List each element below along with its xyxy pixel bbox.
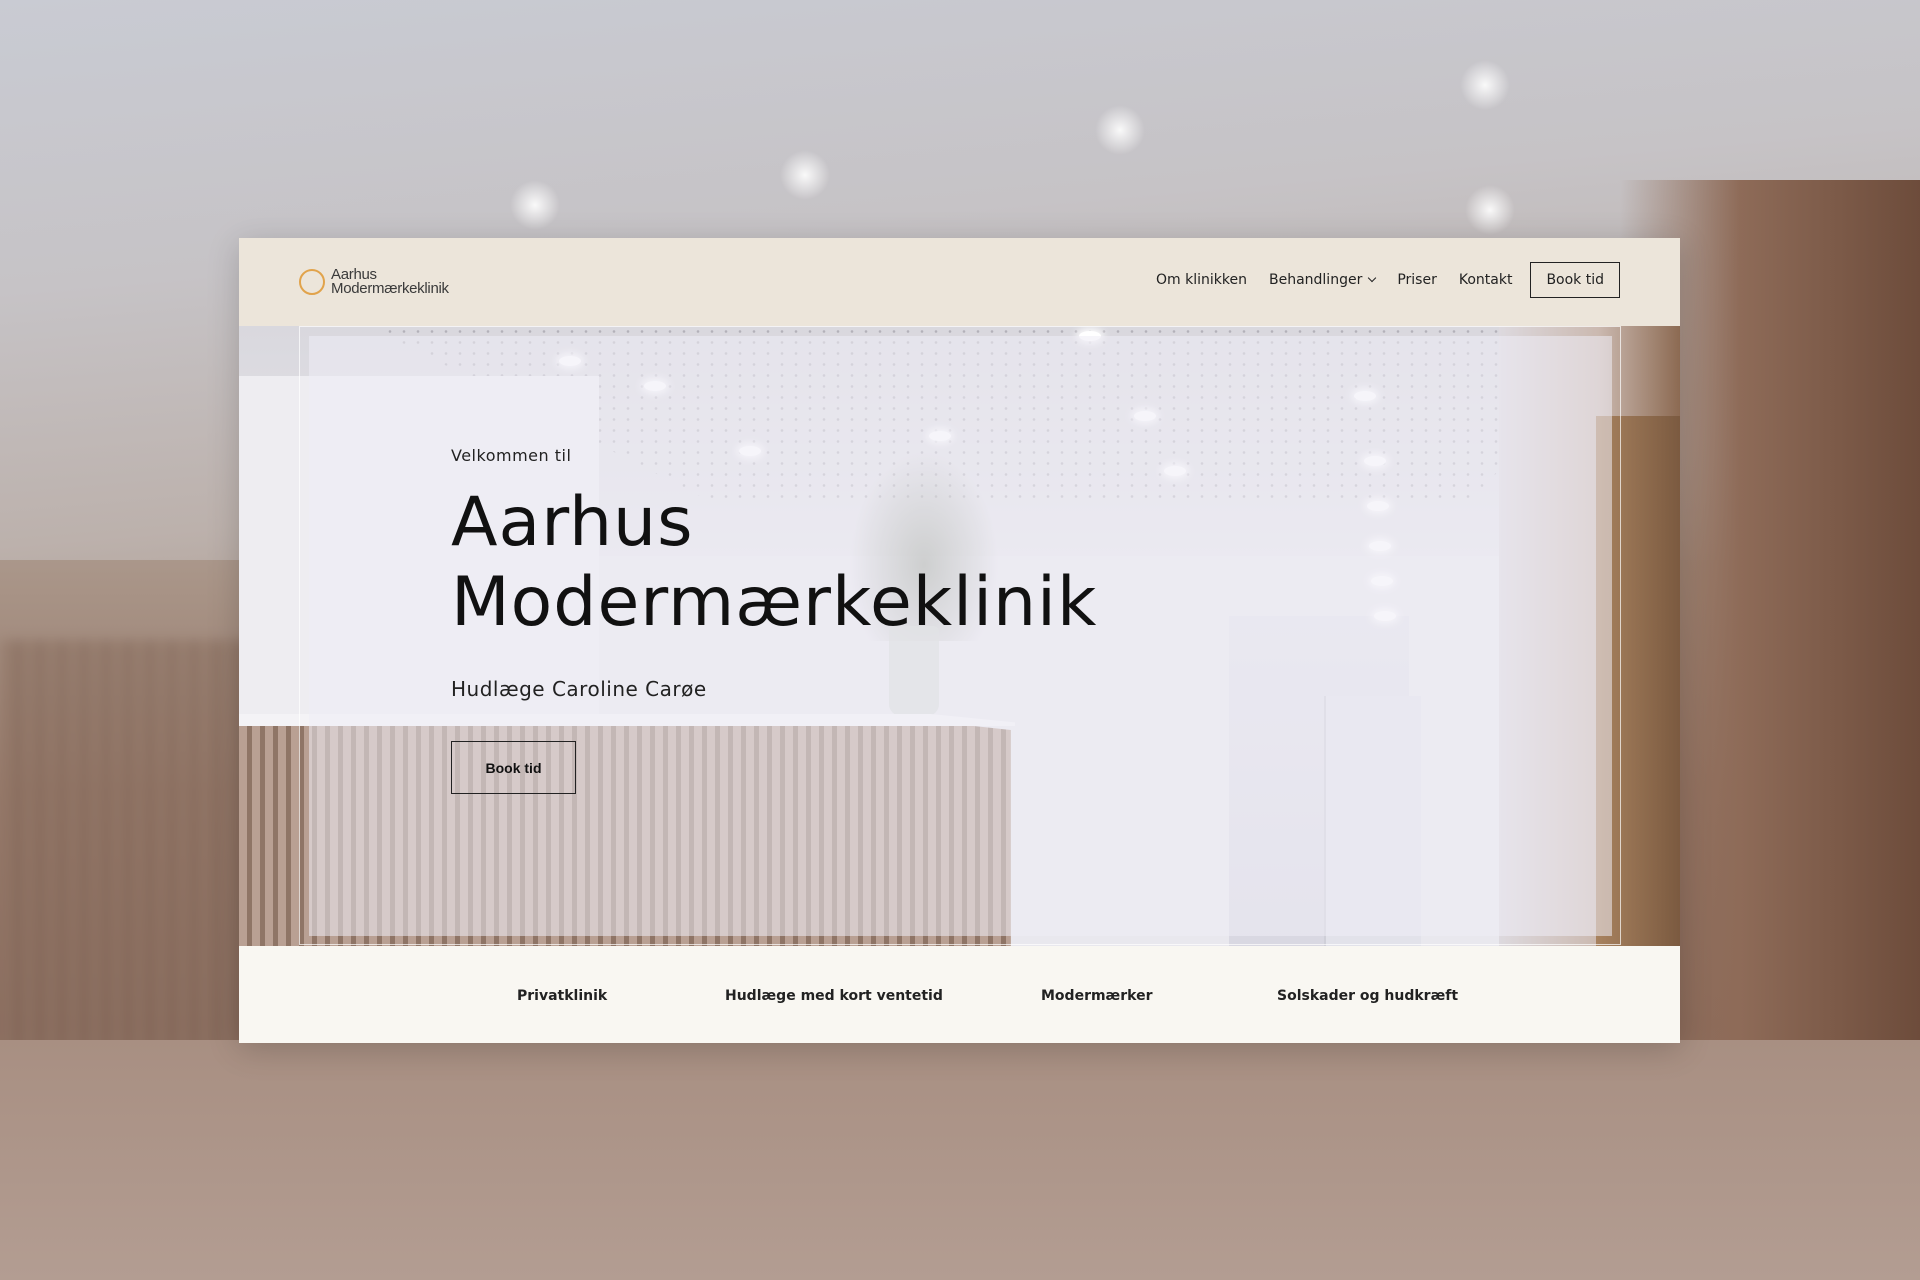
nav-label: Kontakt — [1458, 272, 1513, 288]
strip-item-kort-ventetid[interactable]: Hudlæge med kort ventetid — [725, 988, 943, 1004]
header-book-button[interactable]: Book tid — [1530, 262, 1620, 298]
nav-label: Om klinikken — [1156, 272, 1247, 288]
background-light — [780, 150, 830, 200]
background-light — [1460, 60, 1510, 110]
background-light — [1095, 105, 1145, 155]
hero-title-line-1: Aarhus — [451, 483, 694, 562]
nav-item-kontakt[interactable]: Kontakt — [1459, 272, 1513, 288]
background-light — [510, 180, 560, 230]
site-header: Aarhus Modermærkeklinik Om klinikken Beh… — [239, 238, 1680, 326]
main-nav: Om klinikken Behandlinger Priser Kontakt… — [1134, 262, 1620, 298]
nav-item-priser[interactable]: Priser — [1397, 272, 1437, 288]
nav-item-om-klinikken[interactable]: Om klinikken — [1156, 272, 1247, 288]
logo-line-2: Modermærkeklinik — [331, 280, 449, 297]
hero-content: Velkommen til Aarhus Modermærkeklinik Hu… — [451, 446, 1097, 794]
hero-subtitle: Hudlæge Caroline Carøe — [451, 677, 707, 701]
circle-ring-icon — [299, 269, 325, 295]
hero-section: Velkommen til Aarhus Modermærkeklinik Hu… — [239, 326, 1680, 946]
nav-label: Priser — [1397, 272, 1437, 288]
strip-item-solskader[interactable]: Solskader og hudkræft — [1277, 988, 1458, 1004]
hero-book-button[interactable]: Book tid — [451, 741, 576, 794]
strip-item-privatklinik[interactable]: Privatklinik — [517, 988, 607, 1004]
logo-text: Aarhus Modermærkeklinik — [331, 267, 449, 297]
nav-label: Behandlinger — [1268, 272, 1363, 288]
website-preview: Aarhus Modermærkeklinik Om klinikken Beh… — [239, 238, 1680, 1043]
hero-title-line-2: Modermærkeklinik — [451, 563, 1098, 642]
background-light — [1465, 185, 1515, 235]
chevron-down-icon — [1368, 273, 1377, 283]
strip-item-modermaerker[interactable]: Modermærker — [1041, 988, 1152, 1004]
feature-strip: Privatklinik Hudlæge med kort ventetid M… — [239, 946, 1680, 1043]
site-logo[interactable]: Aarhus Modermærkeklinik — [299, 267, 449, 297]
background-floor — [0, 1040, 1920, 1280]
nav-item-behandlinger[interactable]: Behandlinger — [1268, 272, 1377, 288]
hero-title: Aarhus Modermærkeklinik — [451, 483, 1097, 643]
hero-welcome-text: Velkommen til — [451, 446, 572, 465]
